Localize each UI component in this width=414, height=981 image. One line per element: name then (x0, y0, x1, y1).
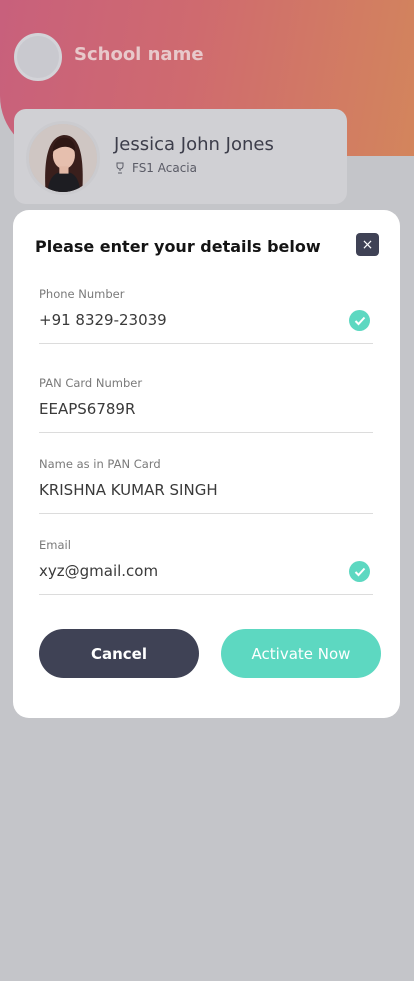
avatar (26, 121, 100, 195)
school-name: School name (74, 44, 204, 65)
student-class: FS1 Acacia (114, 161, 197, 175)
profile-card[interactable]: Jessica John Jones FS1 Acacia (14, 109, 347, 204)
school-logo (14, 33, 62, 81)
phone-label: Phone Number (39, 287, 125, 301)
trophy-icon (114, 162, 126, 174)
phone-input[interactable]: +91 8329-23039 (39, 311, 339, 329)
avatar-photo (29, 124, 97, 192)
email-verified-check-icon (349, 561, 370, 582)
pan-name-label: Name as in PAN Card (39, 457, 161, 471)
pan-input[interactable]: EEAPS6789R (39, 400, 339, 418)
close-button[interactable]: × (356, 233, 379, 256)
details-modal: Please enter your details below × Phone … (13, 210, 400, 718)
pan-label: PAN Card Number (39, 376, 143, 390)
phone-verified-check-icon (349, 310, 370, 331)
student-name: Jessica John Jones (114, 134, 274, 155)
pan-name-field: Name as in PAN Card KRISHNA KUMAR SINGH (39, 457, 373, 514)
pan-name-input[interactable]: KRISHNA KUMAR SINGH (39, 481, 339, 499)
phone-field: Phone Number +91 8329-23039 (39, 287, 373, 344)
activate-now-button[interactable]: Activate Now (221, 629, 381, 678)
class-label: FS1 Acacia (132, 161, 197, 175)
pan-field: PAN Card Number EEAPS6789R (39, 376, 373, 433)
email-input[interactable]: xyz@gmail.com (39, 562, 339, 580)
email-field: Email xyz@gmail.com (39, 538, 373, 595)
close-icon: × (361, 236, 374, 253)
cancel-button[interactable]: Cancel (39, 629, 199, 678)
modal-title: Please enter your details below (35, 237, 321, 256)
email-label: Email (39, 538, 71, 552)
